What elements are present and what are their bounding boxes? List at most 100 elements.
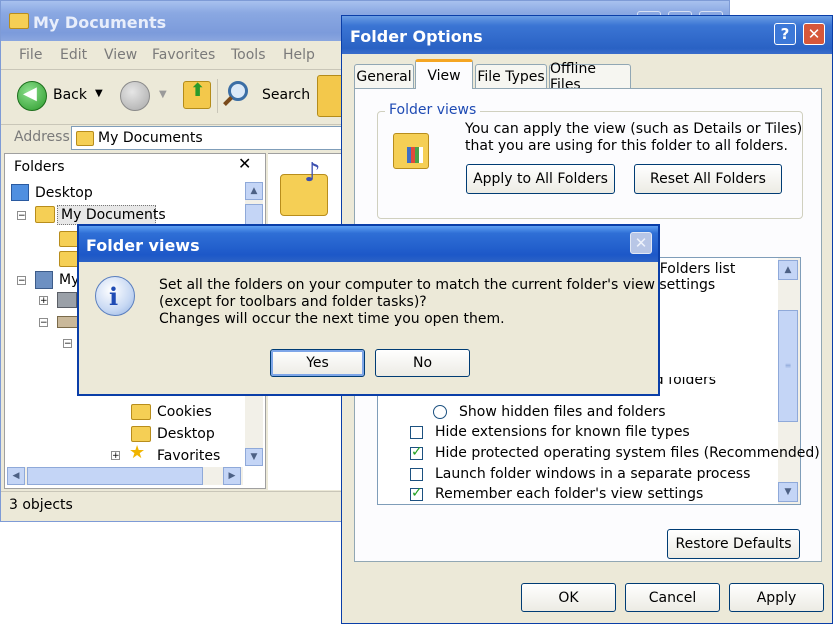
status-bar: 3 objects: [1, 491, 344, 522]
setting-hide-protected-label: Hide protected operating system files (R…: [435, 445, 820, 461]
scroll-down-icon[interactable]: ▼: [245, 448, 263, 466]
back-button[interactable]: ◀ Back ▼: [17, 81, 107, 111]
tab-file-types[interactable]: File Types: [475, 64, 547, 88]
restore-defaults-button[interactable]: Restore Defaults: [667, 529, 800, 559]
menu-view[interactable]: View: [104, 47, 137, 63]
setting-show-hidden-label: Show hidden files and folders: [459, 404, 666, 420]
apply-to-all-folders-button[interactable]: Apply to All Folders: [466, 164, 615, 194]
desktop-folder-icon: [131, 426, 151, 442]
toolbar-separator: [217, 79, 218, 113]
menu-edit[interactable]: Edit: [60, 47, 87, 63]
partial-setting-text: s Folders list: [648, 261, 736, 277]
tree-item-my-documents[interactable]: My Documents: [57, 205, 166, 225]
search-button[interactable]: Search: [223, 79, 314, 113]
cookies-folder-icon: [131, 404, 151, 420]
tree-item-desktop-folder[interactable]: Desktop: [157, 426, 215, 442]
menu-divider: [1, 69, 341, 70]
launch-separate-process-checkbox[interactable]: [410, 468, 423, 481]
scroll-right-icon[interactable]: ▶: [223, 467, 241, 485]
tree-label-my-documents: My Documents: [61, 207, 166, 223]
menu-help[interactable]: Help: [283, 47, 315, 63]
music-note-icon: ♪: [304, 158, 321, 188]
close-pane-icon[interactable]: ✕: [238, 154, 251, 173]
help-icon[interactable]: ?: [774, 23, 796, 45]
scroll-left-icon[interactable]: ◀: [7, 467, 25, 485]
menu-tools[interactable]: Tools: [231, 47, 266, 63]
expand-floppy-icon[interactable]: +: [39, 296, 48, 306]
tab-general[interactable]: General: [354, 64, 414, 88]
address-value: My Documents: [98, 130, 203, 146]
up-folder-icon[interactable]: ⬆: [183, 80, 211, 109]
dialog-title-bar[interactable]: Folder views: [79, 226, 658, 262]
setting-hide-extensions-label: Hide extensions for known file types: [435, 424, 690, 440]
ok-button[interactable]: OK: [521, 583, 616, 612]
desktop-icon: [11, 184, 29, 201]
h-scroll-thumb[interactable]: [27, 467, 203, 485]
address-field[interactable]: My Documents: [71, 126, 343, 150]
menu-file[interactable]: File: [19, 47, 42, 63]
yes-button[interactable]: Yes: [270, 349, 365, 377]
explorer-title: My Documents: [33, 13, 167, 32]
folder-options-title-bar[interactable]: Folder Options: [342, 16, 832, 54]
search-handle: [223, 96, 233, 106]
tab-offline-files[interactable]: Offline Files: [549, 61, 631, 93]
dialog-message-line1: Set all the folders on your computer to …: [159, 277, 716, 293]
status-text: 3 objects: [9, 497, 73, 513]
cancel-button[interactable]: Cancel: [625, 583, 720, 612]
tree-horizontal-scrollbar[interactable]: ◀ ▶: [7, 467, 243, 485]
floppy-drive-icon: [57, 292, 77, 308]
back-label: Back: [53, 87, 87, 103]
info-icon: i: [95, 276, 135, 316]
scroll-up-icon[interactable]: ▲: [245, 182, 263, 200]
settings-scrollbar[interactable]: ▲ ≡ ▼: [778, 258, 800, 504]
tree-item-favorites[interactable]: Favorites: [157, 448, 220, 464]
no-button[interactable]: No: [375, 349, 470, 377]
info-letter: i: [109, 282, 119, 311]
collapse-subfolder-icon[interactable]: −: [63, 339, 72, 349]
show-hidden-radio[interactable]: [433, 405, 447, 419]
folder-options-title: Folder Options: [350, 27, 483, 46]
dialog-title: Folder views: [86, 236, 200, 255]
folder-icon: [9, 13, 29, 29]
back-dropdown-icon[interactable]: ▼: [95, 88, 103, 99]
dialog-message-line3: Changes will occur the next time you ope…: [159, 311, 505, 327]
menu-favorites[interactable]: Favorites: [152, 47, 215, 63]
my-documents-icon: [35, 206, 55, 223]
favorites-star-icon: ★: [129, 442, 146, 463]
my-computer-icon: [35, 271, 53, 289]
expand-favorites-icon[interactable]: +: [111, 451, 120, 461]
forward-dropdown-icon[interactable]: ▼: [159, 89, 167, 100]
tab-view[interactable]: View: [415, 59, 473, 89]
hide-extensions-checkbox[interactable]: [410, 426, 423, 439]
remember-view-settings-checkbox[interactable]: ✓: [410, 485, 423, 501]
settings-scroll-down-icon[interactable]: ▼: [778, 482, 798, 502]
folder-views-group-title: Folder views: [385, 102, 481, 118]
folder-view-grid-icon: [407, 147, 423, 163]
checkmark-icon: ✓: [411, 444, 423, 460]
settings-scroll-thumb[interactable]: ≡: [778, 310, 798, 422]
apply-button[interactable]: Apply: [729, 583, 824, 612]
collapse-my-computer-icon[interactable]: −: [17, 276, 26, 286]
tree-item-desktop[interactable]: Desktop: [35, 185, 93, 201]
folder-views-dialog: Folder views ✕ i Set all the folders on …: [77, 224, 715, 396]
up-arrow-glyph: ⬆: [190, 80, 206, 101]
dialog-close-icon[interactable]: ✕: [630, 232, 652, 254]
setting-remember-view-label: Remember each folder's view settings: [435, 486, 704, 502]
reset-all-folders-button[interactable]: Reset All Folders: [634, 164, 782, 194]
folders-pane-title: Folders: [14, 159, 65, 175]
address-label: Address: [14, 129, 70, 145]
close-icon[interactable]: ✕: [803, 23, 825, 45]
settings-scroll-up-icon[interactable]: ▲: [778, 260, 798, 280]
subfolder-icon: [59, 231, 79, 247]
subfolder-icon: [59, 251, 79, 267]
setting-launch-separate-label: Launch folder windows in a separate proc…: [435, 466, 751, 482]
collapse-drive-icon[interactable]: −: [39, 318, 48, 328]
tree-item-cookies[interactable]: Cookies: [157, 404, 212, 420]
checkmark-icon: ✓: [411, 485, 423, 501]
hard-drive-icon: [57, 316, 79, 328]
back-arrow-glyph: ◀: [23, 83, 37, 104]
forward-icon[interactable]: [120, 81, 150, 111]
collapse-my-documents-icon[interactable]: −: [17, 211, 26, 221]
search-label: Search: [262, 87, 311, 103]
hide-protected-checkbox[interactable]: ✓: [410, 444, 423, 460]
